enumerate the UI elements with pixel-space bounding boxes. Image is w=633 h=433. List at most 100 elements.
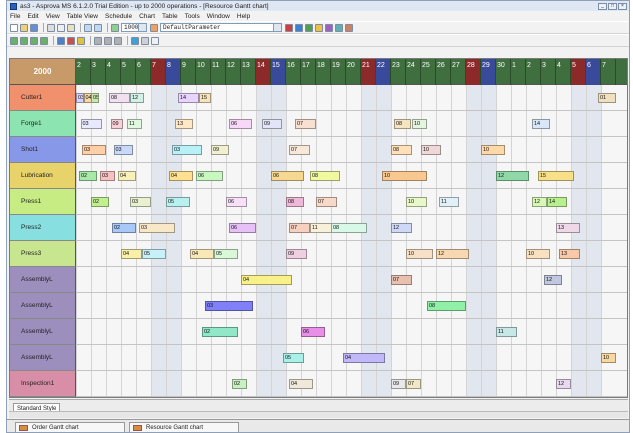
operation-bar[interactable]: 10	[382, 171, 427, 181]
operation-bar[interactable]: 07	[316, 197, 337, 207]
gantt-grid[interactable]: 03 04 05 08 12 14 15 01 03 09 11 13 06 09 07 08 10 14 03 03…	[76, 85, 627, 397]
view-icon[interactable]	[30, 36, 38, 45]
operation-bar[interactable]: 09	[262, 119, 282, 129]
operation-bar[interactable]: 05	[91, 93, 99, 103]
operation-bar[interactable]: 05	[166, 197, 190, 207]
operation-bar[interactable]: 02	[232, 379, 247, 389]
copy-icon[interactable]	[57, 23, 65, 32]
operation-bar[interactable]: 15	[538, 171, 574, 181]
operation-bar[interactable]: 04	[241, 275, 292, 285]
operation-bar[interactable]: 12	[556, 379, 571, 389]
horizontal-scrollbar[interactable]	[9, 411, 628, 418]
menu-tools[interactable]: Tools	[185, 13, 200, 20]
menu-edit[interactable]: Edit	[27, 13, 38, 20]
search-icon[interactable]	[151, 36, 159, 45]
operation-bar[interactable]: 03	[113, 145, 133, 155]
chart-icon[interactable]	[345, 23, 353, 32]
operation-bar[interactable]: 12	[436, 249, 469, 259]
filter-icon[interactable]	[57, 36, 65, 45]
operation-bar[interactable]: 02	[91, 197, 109, 207]
resource-row-label[interactable]: Cutter1	[10, 85, 76, 111]
gantt-icon[interactable]	[295, 23, 303, 32]
operation-bar[interactable]: 12	[544, 275, 562, 285]
operation-bar[interactable]: 04	[121, 249, 142, 259]
undo-icon[interactable]	[84, 23, 92, 32]
operation-bar[interactable]: 13	[175, 119, 193, 129]
resource-row-label[interactable]: AssemblyL	[10, 319, 76, 345]
operation-bar[interactable]: 15	[199, 93, 211, 103]
resource-row-label[interactable]: AssemblyL	[10, 267, 76, 293]
operation-bar[interactable]: 09	[211, 145, 229, 155]
paste-icon[interactable]	[67, 23, 75, 32]
open-icon[interactable]	[20, 23, 28, 32]
view-icon[interactable]	[40, 36, 48, 45]
menu-chart[interactable]: Chart	[139, 13, 155, 20]
operation-bar[interactable]: 10	[421, 145, 441, 155]
maximize-button[interactable]: □	[608, 2, 617, 10]
operation-bar[interactable]: 08	[286, 197, 304, 207]
menu-window[interactable]: Window	[207, 13, 230, 20]
operation-bar[interactable]: 04	[343, 353, 385, 363]
resource-row-label[interactable]: Inspection1	[10, 371, 76, 397]
operation-bar[interactable]: 12	[532, 197, 547, 207]
resource-row-label[interactable]: Inspection2	[10, 397, 76, 398]
operation-bar[interactable]: 09	[110, 119, 123, 129]
operation-bar[interactable]: 12	[391, 223, 412, 233]
operation-bar[interactable]: 11	[439, 197, 459, 207]
redo-icon[interactable]	[94, 23, 102, 32]
operation-bar[interactable]: 02	[112, 223, 136, 233]
menu-help[interactable]: Help	[237, 13, 250, 20]
menu-table-view[interactable]: Table View	[67, 13, 98, 20]
operation-bar[interactable]: 02	[79, 171, 97, 181]
operation-bar[interactable]: 14	[532, 119, 550, 129]
schedule-icon[interactable]	[150, 23, 158, 32]
operation-bar[interactable]: 03	[82, 145, 106, 155]
menu-schedule[interactable]: Schedule	[105, 13, 132, 20]
reschedule-icon[interactable]	[285, 23, 293, 32]
operation-bar[interactable]: 07	[289, 145, 310, 155]
zoom-combo[interactable]: 1000	[121, 23, 147, 32]
close-button[interactable]: ×	[618, 2, 627, 10]
operation-bar[interactable]: 02	[202, 327, 238, 337]
resource-row-label[interactable]: Forge1	[10, 111, 76, 137]
resource-row-label[interactable]: Shot1	[10, 137, 76, 163]
new-icon[interactable]	[10, 23, 18, 32]
operation-bar[interactable]: 05	[214, 249, 238, 259]
parameter-combo[interactable]: DefaultParameter	[160, 23, 282, 32]
operation-bar[interactable]: 03	[130, 197, 151, 207]
operation-bar[interactable]: 06	[196, 171, 223, 181]
resource-row-label[interactable]: AssemblyL	[10, 345, 76, 371]
operation-bar[interactable]: 05	[142, 249, 166, 259]
operation-bar[interactable]: 12	[130, 93, 144, 103]
operation-bar[interactable]: 09	[286, 249, 307, 259]
operation-bar[interactable]: 09	[391, 379, 406, 389]
operation-bar[interactable]: 07	[391, 275, 412, 285]
operation-bar[interactable]: 03	[139, 223, 175, 233]
operation-bar[interactable]: 14	[178, 93, 199, 103]
item-icon[interactable]	[335, 23, 343, 32]
zoom-slider-icon[interactable]	[111, 23, 119, 32]
operation-bar[interactable]: 08	[109, 93, 130, 103]
operation-bar[interactable]: 11	[496, 327, 517, 337]
operation-bar[interactable]: 04	[118, 171, 136, 181]
menu-table[interactable]: Table	[162, 13, 178, 20]
align-icon[interactable]	[114, 36, 122, 45]
operation-bar[interactable]: 08	[427, 301, 466, 311]
view-icon[interactable]	[20, 36, 28, 45]
operation-bar[interactable]: 08	[391, 145, 412, 155]
operation-bar[interactable]: 12	[496, 171, 529, 181]
operation-bar[interactable]: 01	[598, 93, 616, 103]
highlight-icon[interactable]	[77, 36, 85, 45]
operation-bar[interactable]: 11	[310, 223, 333, 233]
operation-bar[interactable]: 07	[289, 223, 310, 233]
align-icon[interactable]	[94, 36, 102, 45]
operation-bar[interactable]: 06	[271, 171, 304, 181]
operation-bar[interactable]: 08	[394, 119, 411, 129]
operation-bar[interactable]: 10	[481, 145, 505, 155]
operation-bar[interactable]: 04	[289, 379, 313, 389]
view-icon[interactable]	[10, 36, 18, 45]
menu-view[interactable]: View	[46, 13, 60, 20]
operation-bar[interactable]: 11	[127, 119, 142, 129]
operation-bar[interactable]: 03	[172, 145, 202, 155]
link-icon[interactable]	[131, 36, 139, 45]
